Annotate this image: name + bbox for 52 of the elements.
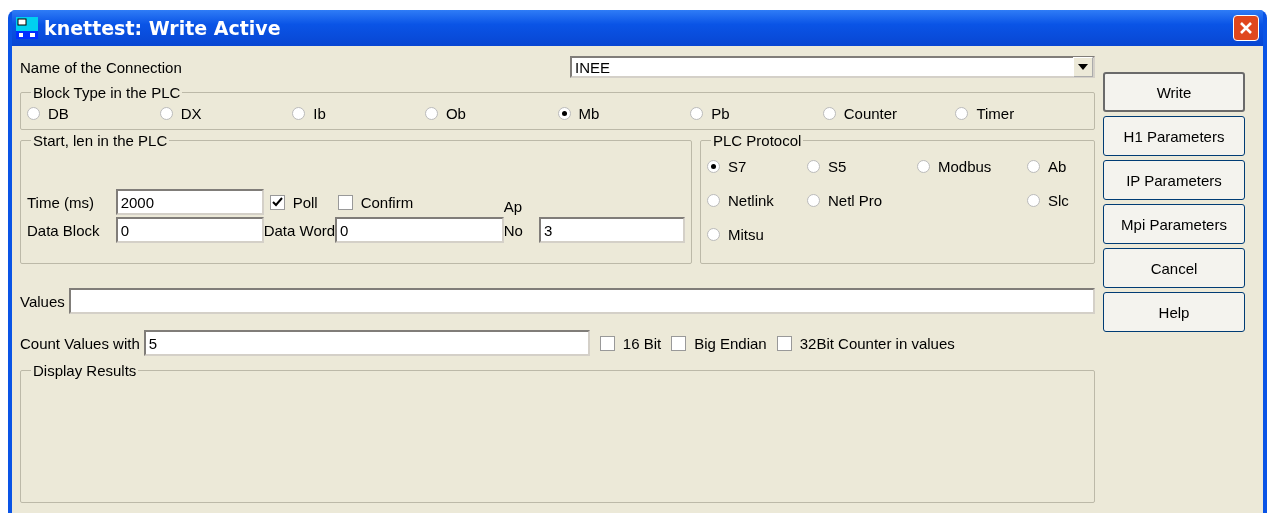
radio-option[interactable]: Counter xyxy=(822,104,956,122)
caret-icon xyxy=(1078,64,1088,70)
field-label: Data Block xyxy=(27,221,101,239)
time-field[interactable]: 2000 xyxy=(115,189,264,215)
confirm-checkbox[interactable]: Confirm xyxy=(337,193,414,211)
poll-checkbox[interactable]: Poll xyxy=(269,193,318,211)
data-word-field[interactable]: 0 xyxy=(335,217,504,243)
field-label: Ap xyxy=(503,198,524,215)
radio-option[interactable]: Mb xyxy=(557,104,691,122)
radio-option[interactable]: DX xyxy=(159,104,293,122)
radio-option[interactable]: Timer xyxy=(955,104,1088,122)
radio-option[interactable]: DB xyxy=(27,104,160,122)
values-field[interactable] xyxy=(68,288,1095,314)
dialog-button[interactable]: Cancel xyxy=(1103,248,1245,288)
radio-option[interactable]: Modbus xyxy=(917,157,1027,175)
option-checkbox[interactable]: 32Bit Counter in values xyxy=(776,334,955,352)
dialog-button[interactable]: Help xyxy=(1103,292,1245,332)
data-block-field[interactable]: 0 xyxy=(115,217,264,243)
radio-option[interactable]: Mitsu xyxy=(707,225,807,243)
field-label: Values xyxy=(20,292,65,310)
radio-option[interactable]: Netl Pro xyxy=(807,191,917,209)
field-label: No xyxy=(503,221,524,239)
window-title: knettest: Write Active xyxy=(44,17,282,39)
field-label: Data Word xyxy=(263,221,336,239)
connection-dropdown[interactable]: INEE xyxy=(570,56,1095,78)
group-title: Display Results xyxy=(32,362,138,379)
group-title: Block Type in the PLC xyxy=(32,84,182,101)
radio-option[interactable]: Ab xyxy=(1027,157,1088,175)
count-field[interactable]: 5 xyxy=(143,330,590,356)
radio-option[interactable]: Ob xyxy=(424,104,558,122)
field-label: Time (ms) xyxy=(27,193,95,211)
field-label: Name of the Connection xyxy=(20,58,182,76)
dialog-button[interactable]: H1 Parameters xyxy=(1103,116,1245,156)
radio-option[interactable]: Pb xyxy=(690,104,823,122)
app-icon xyxy=(16,17,38,39)
no-field[interactable]: 3 xyxy=(539,217,685,243)
dialog-button[interactable]: Mpi Parameters xyxy=(1103,204,1245,244)
check-icon xyxy=(271,196,283,208)
dialog-button[interactable]: Write xyxy=(1103,72,1245,112)
group-title: Start, len in the PLC xyxy=(32,132,169,149)
radio-option[interactable]: S5 xyxy=(807,157,917,175)
close-icon xyxy=(1239,21,1253,35)
field-label: Count Values with xyxy=(20,334,140,352)
radio-option[interactable]: Ib xyxy=(292,104,425,122)
radio-option[interactable]: Netlink xyxy=(707,191,807,209)
close-button[interactable] xyxy=(1233,15,1259,41)
option-checkbox[interactable]: 16 Bit xyxy=(599,334,662,352)
dialog-button[interactable]: IP Parameters xyxy=(1103,160,1245,200)
group-title: PLC Protocol xyxy=(712,132,803,149)
radio-option[interactable]: Slc xyxy=(1027,191,1088,209)
option-checkbox[interactable]: Big Endian xyxy=(671,334,767,352)
radio-option[interactable]: S7 xyxy=(707,157,807,175)
